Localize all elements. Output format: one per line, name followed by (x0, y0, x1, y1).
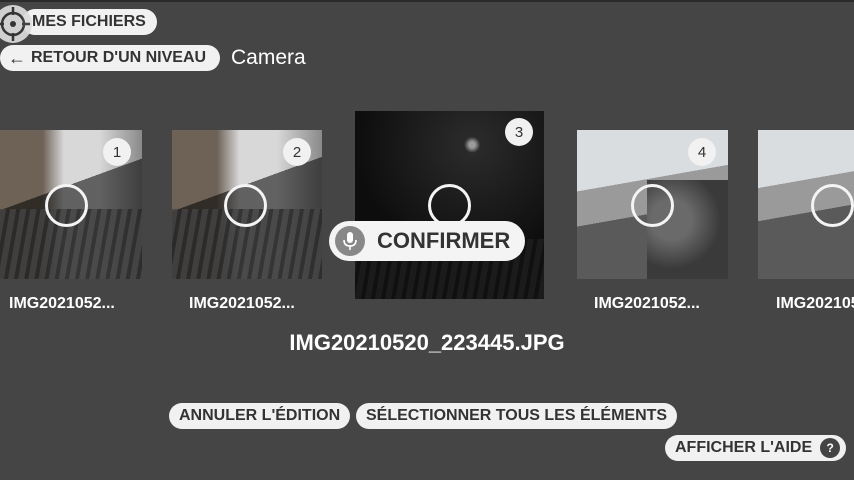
top-border (0, 0, 854, 2)
thumbnail-number: 3 (505, 118, 533, 146)
arrow-left-icon: ← (8, 48, 26, 68)
select-ring[interactable] (631, 184, 674, 227)
select-all-button[interactable]: SÉLECTIONNER TOUS LES ÉLÉMENTS (356, 403, 678, 429)
my-files-label: MES FICHIERS (32, 13, 146, 30)
show-help-label: AFFICHER L'AIDE (675, 439, 813, 456)
confirm-voice-command[interactable]: CONFIRMER (329, 221, 525, 261)
back-one-level-button[interactable]: ← RETOUR D'UN NIVEAU (0, 45, 220, 71)
thumbnail-2[interactable]: 2 (172, 130, 322, 279)
thumbnail-4[interactable]: 4 (577, 130, 728, 279)
thumbnail-number: 4 (688, 138, 716, 166)
thumbnail-number: 2 (283, 138, 311, 166)
show-help-button[interactable]: AFFICHER L'AIDE ? (665, 435, 847, 461)
help-icon: ? (820, 438, 841, 458)
cancel-edit-button[interactable]: ANNULER L'ÉDITION (169, 403, 351, 429)
cancel-edit-label: ANNULER L'ÉDITION (179, 407, 341, 424)
thumbnail-caption: IMG2021052... (189, 295, 295, 312)
selected-file-name: IMG20210520_223445.JPG (289, 330, 565, 355)
select-all-label: SÉLECTIONNER TOUS LES ÉLÉMENTS (366, 407, 668, 424)
thumbnail-caption: IMG2021052 (776, 295, 854, 312)
confirm-label: CONFIRMER (377, 228, 511, 253)
thumbnail-5[interactable] (758, 130, 854, 279)
gaze-cursor-icon (0, 5, 32, 43)
select-ring[interactable] (224, 184, 267, 227)
thumbnail-1[interactable]: 1 (0, 130, 142, 279)
my-files-button[interactable]: MES FICHIERS (22, 9, 157, 35)
select-ring[interactable] (45, 184, 88, 227)
current-folder-title: Camera (231, 46, 306, 69)
thumbnail-3[interactable]: 3 (355, 111, 544, 299)
microphone-icon (335, 226, 365, 256)
thumbnail-number: 1 (103, 138, 131, 166)
select-ring[interactable] (811, 184, 854, 227)
thumbnail-caption: IMG2021052... (594, 295, 700, 312)
back-label: RETOUR D'UN NIVEAU (31, 49, 207, 66)
thumbnail-caption: IMG2021052... (9, 295, 115, 312)
